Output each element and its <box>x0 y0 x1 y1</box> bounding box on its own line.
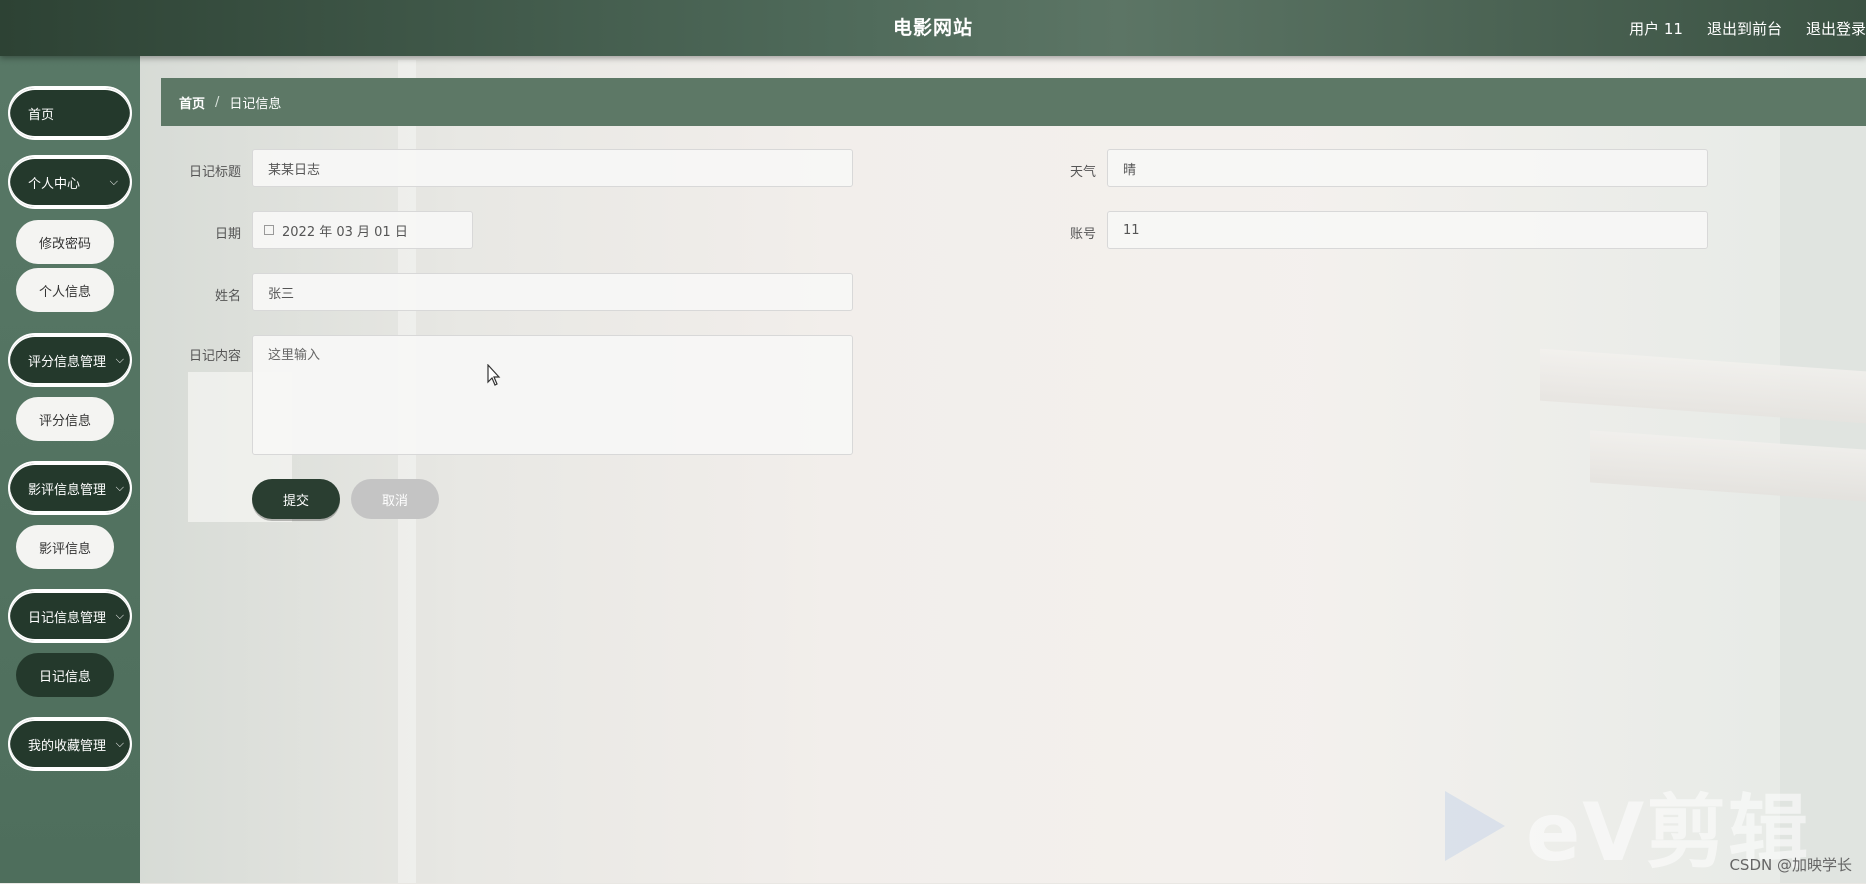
sidebar-item-diary-mgmt[interactable]: 日记信息管理 ⌵ <box>10 591 130 641</box>
breadcrumb: 首页 / 日记信息 <box>161 78 1866 126</box>
play-logo-icon <box>1445 791 1505 861</box>
date-value: 2022 年 03 月 01 日 <box>282 224 408 240</box>
top-navbar: 电影网站 用户 11 退出到前台 退出登录 <box>0 0 1866 56</box>
chevron-down-icon: ⌵ <box>115 353 124 366</box>
sidebar-item-label: 个人中心 <box>28 176 81 192</box>
chevron-down-icon: ⌵ <box>115 737 124 750</box>
breadcrumb-home[interactable]: 首页 <box>179 93 205 112</box>
sidebar-item-label: 影评信息管理 <box>28 482 107 498</box>
breadcrumb-current: 日记信息 <box>229 96 282 112</box>
diary-title-label: 日记标题 <box>188 165 241 180</box>
content-label: 日记内容 <box>188 349 241 364</box>
chevron-down-icon: ⌵ <box>109 175 118 188</box>
name-input[interactable]: 张三 <box>252 273 853 311</box>
sidebar-item-label: 评分信息管理 <box>28 354 107 370</box>
sidebar-item-personal-info[interactable]: 个人信息 <box>16 268 114 312</box>
date-label: 日期 <box>214 227 241 242</box>
sidebar-item-rating-mgmt[interactable]: 评分信息管理 ⌵ <box>10 335 130 385</box>
content-textarea[interactable]: 这里输入 <box>252 335 853 455</box>
weather-label: 天气 <box>1069 165 1096 180</box>
site-title: 电影网站 <box>892 17 973 39</box>
account-label: 账号 <box>1069 227 1096 242</box>
chevron-down-icon: ⌵ <box>115 481 124 494</box>
sidebar-item-review-mgmt[interactable]: 影评信息管理 ⌵ <box>10 463 130 513</box>
sidebar-item-label: 我的收藏管理 <box>28 738 107 754</box>
sidebar-item-label: 首页 <box>28 107 55 123</box>
breadcrumb-separator: / <box>215 94 220 110</box>
cancel-button[interactable]: 取消 <box>351 479 439 519</box>
sidebar: 首页 个人中心 ⌵ 修改密码 个人信息 评分信息管理 ⌵ 评分信息 影评信息管理… <box>0 56 140 883</box>
user-label[interactable]: 用户 11 <box>1629 18 1683 39</box>
account-input[interactable]: 11 <box>1107 211 1708 249</box>
sidebar-item-review-info[interactable]: 影评信息 <box>16 525 114 569</box>
sidebar-item-personal-center[interactable]: 个人中心 ⌵ <box>10 157 130 207</box>
mouse-cursor-icon <box>487 364 501 386</box>
diary-title-input[interactable]: 某某日志 <box>252 149 853 187</box>
sidebar-item-rating-info[interactable]: 评分信息 <box>16 397 114 441</box>
calendar-icon <box>264 225 274 235</box>
sidebar-item-favorites-mgmt[interactable]: 我的收藏管理 ⌵ <box>10 719 130 769</box>
sidebar-item-home[interactable]: 首页 <box>10 88 130 138</box>
header-actions: 用户 11 退出到前台 退出登录 <box>1629 0 1866 56</box>
sidebar-item-diary-info[interactable]: 日记信息 <box>16 653 114 697</box>
chevron-down-icon: ⌵ <box>115 609 124 622</box>
sidebar-item-change-password[interactable]: 修改密码 <box>16 220 114 264</box>
submit-button[interactable]: 提交 <box>252 479 340 519</box>
date-picker[interactable]: 2022 年 03 月 01 日 <box>252 211 473 249</box>
csdn-watermark: CSDN @加映学长 <box>1729 856 1852 874</box>
logout-link[interactable]: 退出登录 <box>1806 18 1866 39</box>
exit-to-front-link[interactable]: 退出到前台 <box>1707 18 1782 39</box>
name-label: 姓名 <box>214 289 241 304</box>
weather-input[interactable]: 晴 <box>1107 149 1708 187</box>
sidebar-item-label: 日记信息管理 <box>28 610 107 626</box>
